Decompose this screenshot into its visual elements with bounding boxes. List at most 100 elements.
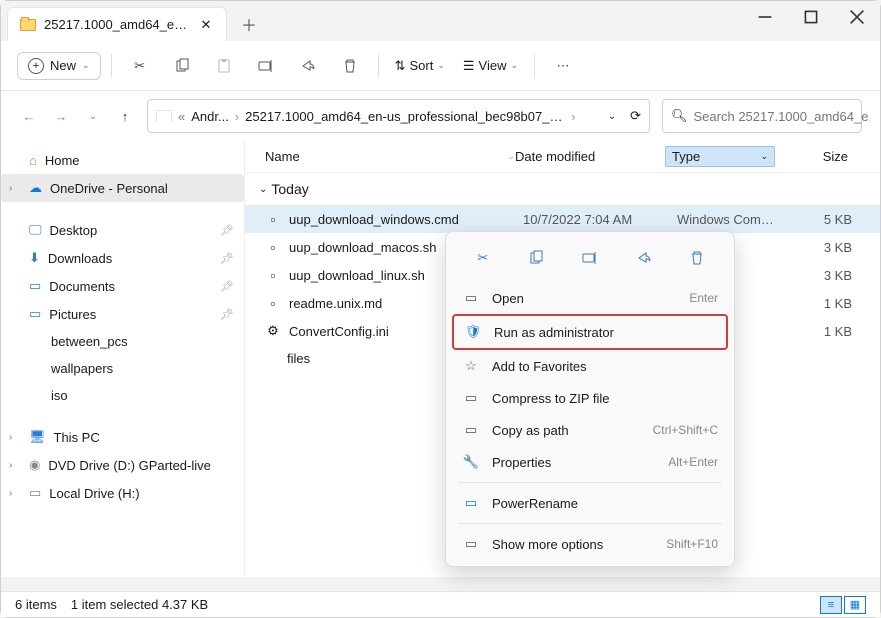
- column-headers: Name⌄ Date modified Type⌄ Size: [245, 141, 880, 173]
- star-icon: ☆: [462, 358, 480, 374]
- ctx-properties[interactable]: 🔧PropertiesAlt+Enter: [452, 446, 728, 478]
- details-view-button[interactable]: ≡: [820, 596, 842, 614]
- home-icon: ⌂: [29, 153, 37, 168]
- chevron-down-icon: ⌄: [82, 60, 90, 71]
- sort-icon: ⇅: [395, 58, 406, 74]
- pc-icon: 🖥: [29, 429, 46, 445]
- folder-icon: [156, 110, 172, 122]
- sh-file-icon: ▫: [265, 239, 281, 255]
- breadcrumb-seg[interactable]: 25217.1000_amd64_en-us_professional_bec9…: [245, 109, 565, 124]
- sidebar-item-downloads[interactable]: ⬇Downloads📌︎: [1, 244, 244, 272]
- breadcrumb[interactable]: « Andr... › 25217.1000_amd64_en-us_profe…: [147, 99, 650, 133]
- breadcrumb-seg[interactable]: Andr...: [191, 109, 229, 124]
- folder-icon: [20, 19, 36, 31]
- new-button[interactable]: + New ⌄: [17, 52, 101, 80]
- pin-icon: 📌︎: [220, 224, 234, 237]
- column-date[interactable]: Date modified: [515, 149, 665, 164]
- folder-icon: [29, 391, 43, 401]
- cmd-file-icon: ▫: [265, 211, 281, 227]
- pin-icon: 📌︎: [220, 252, 234, 265]
- copy-icon[interactable]: [522, 244, 550, 272]
- window-controls: [742, 1, 880, 33]
- sidebar-item-desktop[interactable]: 🖵Desktop📌︎: [1, 216, 244, 244]
- close-tab-icon[interactable]: ✕: [198, 17, 214, 33]
- folder-icon: [29, 364, 43, 374]
- view-button[interactable]: ☰ View ⌄: [457, 58, 524, 74]
- status-bar: 6 items 1 item selected 4.37 KB ≡ ▦: [1, 591, 880, 617]
- thumbnails-view-button[interactable]: ▦: [844, 596, 866, 614]
- sidebar-item-home[interactable]: ⌂Home: [1, 147, 244, 174]
- more-icon: ▭: [462, 536, 480, 552]
- cut-icon[interactable]: ✂: [469, 244, 497, 272]
- rename-icon: ▭: [462, 495, 480, 511]
- more-icon[interactable]: ⋯: [545, 48, 581, 84]
- ctx-run-as-admin[interactable]: 🛡Run as administrator: [452, 314, 728, 350]
- sidebar-item-thispc[interactable]: ›🖥This PC: [1, 423, 244, 451]
- back-button[interactable]: ←: [19, 106, 39, 126]
- sidebar-item-iso[interactable]: iso: [1, 382, 244, 409]
- sidebar-item-onedrive[interactable]: ›☁OneDrive - Personal: [1, 174, 244, 202]
- ctx-more-options[interactable]: ▭Show more optionsShift+F10: [452, 528, 728, 560]
- refresh-icon[interactable]: ⟳: [630, 108, 641, 124]
- ini-file-icon: ⚙: [265, 323, 281, 339]
- sidebar-item-between-pcs[interactable]: between_pcs: [1, 328, 244, 355]
- search-icon: 🔍︎: [671, 108, 688, 124]
- search-field[interactable]: [694, 109, 870, 124]
- sort-label: Sort: [409, 58, 433, 73]
- folder-icon: [265, 354, 279, 364]
- sidebar-item-wallpapers[interactable]: wallpapers: [1, 355, 244, 382]
- window-tab[interactable]: 25217.1000_amd64_en-us_pro ✕: [7, 7, 227, 41]
- share-icon[interactable]: [630, 244, 658, 272]
- close-button[interactable]: [834, 1, 880, 33]
- cut-icon[interactable]: ✂: [122, 48, 158, 84]
- share-icon[interactable]: [290, 48, 326, 84]
- selection-info: 1 item selected 4.37 KB: [71, 597, 208, 612]
- open-icon: ▭: [462, 290, 480, 306]
- desktop-icon: 🖵: [29, 222, 42, 238]
- new-tab-button[interactable]: ＋: [233, 8, 265, 40]
- file-row[interactable]: ▫ uup_download_windows.cmd 10/7/2022 7:0…: [245, 205, 880, 233]
- view-label: View: [479, 58, 507, 73]
- chevron-right-icon[interactable]: ›: [9, 460, 12, 471]
- file-list: Name⌄ Date modified Type⌄ Size ⌄Today ▫ …: [245, 141, 880, 577]
- minimize-button[interactable]: [742, 1, 788, 33]
- rename-icon[interactable]: [576, 244, 604, 272]
- column-size[interactable]: Size: [775, 149, 860, 164]
- ctx-favorites[interactable]: ☆Add to Favorites: [452, 350, 728, 382]
- chevron-down-icon[interactable]: ⌄: [83, 106, 103, 126]
- disc-icon: ◉: [29, 457, 40, 473]
- address-bar: ← → ⌄ ↑ « Andr... › 25217.1000_amd64_en-…: [1, 91, 880, 141]
- pin-icon: 📌︎: [220, 280, 234, 293]
- folder-icon: [29, 337, 43, 347]
- drive-icon: ▭: [29, 485, 41, 501]
- delete-icon[interactable]: [332, 48, 368, 84]
- copy-icon[interactable]: [164, 48, 200, 84]
- paste-icon[interactable]: [206, 48, 242, 84]
- sidebar-item-pictures[interactable]: ▭Pictures📌︎: [1, 300, 244, 328]
- pictures-icon: ▭: [29, 306, 41, 322]
- column-type[interactable]: Type⌄: [665, 146, 775, 167]
- chevron-right-icon[interactable]: ›: [9, 488, 12, 499]
- rename-icon[interactable]: [248, 48, 284, 84]
- column-name[interactable]: Name⌄: [265, 149, 515, 164]
- plus-icon: +: [28, 58, 44, 74]
- delete-icon[interactable]: [683, 244, 711, 272]
- sidebar-item-local[interactable]: ›▭Local Drive (H:): [1, 479, 244, 507]
- sidebar-item-dvd[interactable]: ›◉DVD Drive (D:) GParted-live: [1, 451, 244, 479]
- chevron-down-icon[interactable]: ⌄: [608, 111, 616, 122]
- up-button[interactable]: ↑: [115, 106, 135, 126]
- forward-button[interactable]: →: [51, 106, 71, 126]
- ctx-open[interactable]: ▭OpenEnter: [452, 282, 728, 314]
- ctx-powerrename[interactable]: ▭PowerRename: [452, 487, 728, 519]
- chevron-down-icon: ⌄: [259, 184, 267, 195]
- search-input[interactable]: 🔍︎: [662, 99, 862, 133]
- sort-button[interactable]: ⇅ Sort ⌄: [389, 58, 451, 74]
- ctx-compress[interactable]: ▭Compress to ZIP file: [452, 382, 728, 414]
- wrench-icon: 🔧: [462, 454, 480, 470]
- maximize-button[interactable]: [788, 1, 834, 33]
- group-header[interactable]: ⌄Today: [245, 173, 880, 205]
- chevron-right-icon[interactable]: ›: [9, 432, 12, 443]
- ctx-copy-path[interactable]: ▭Copy as pathCtrl+Shift+C: [452, 414, 728, 446]
- sidebar-item-documents[interactable]: ▭Documents📌︎: [1, 272, 244, 300]
- chevron-right-icon[interactable]: ›: [9, 183, 12, 194]
